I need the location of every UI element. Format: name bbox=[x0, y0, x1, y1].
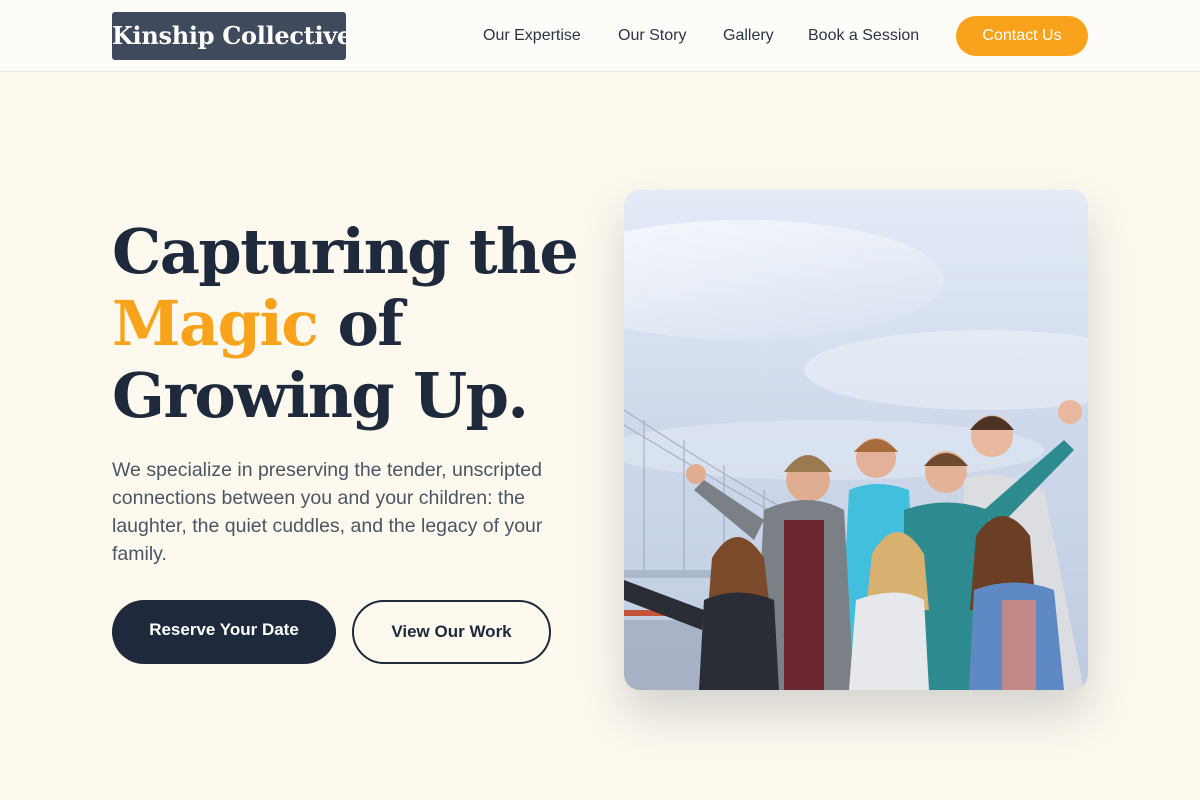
nav-link-gallery[interactable]: Gallery bbox=[723, 24, 774, 48]
nav-link-our-story[interactable]: Our Story bbox=[618, 24, 686, 48]
headline-line-3: Growing Up. bbox=[112, 359, 529, 432]
hero-photo bbox=[624, 190, 1088, 690]
hero-subtext: We specialize in preserving the tender, … bbox=[112, 459, 543, 565]
hero-headline: Capturing the Magic of Growing Up. bbox=[112, 216, 602, 432]
nav-link-our-expertise[interactable]: Our Expertise bbox=[483, 24, 581, 48]
group-photo-illustration bbox=[624, 190, 1088, 690]
headline-line-1: Capturing the bbox=[112, 215, 579, 288]
nav-link-book-a-session[interactable]: Book a Session bbox=[808, 24, 919, 48]
reserve-your-date-button[interactable]: Reserve Your Date bbox=[112, 600, 336, 664]
headline-accent-word: Magic bbox=[112, 287, 319, 360]
view-our-work-button[interactable]: View Our Work bbox=[352, 600, 551, 664]
headline-line-2: Magic of bbox=[112, 288, 602, 360]
headline-line-2-rest: of bbox=[317, 287, 403, 360]
site-header: Kinship Collective Our Expertise Our Sto… bbox=[0, 0, 1200, 72]
site-logo[interactable]: Kinship Collective bbox=[112, 12, 352, 60]
contact-us-button[interactable]: Contact Us bbox=[956, 16, 1088, 56]
